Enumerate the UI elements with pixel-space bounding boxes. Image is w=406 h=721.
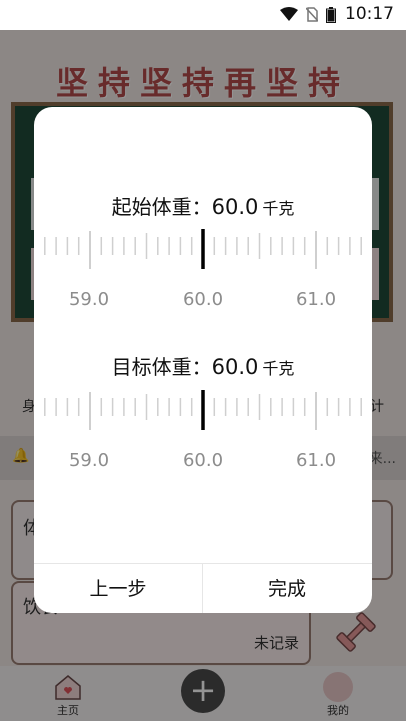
clock: 10:17 (345, 4, 394, 24)
battery-icon (326, 7, 336, 23)
start-tick-label: 61.0 (295, 289, 337, 310)
target-weight-ruler[interactable] (42, 390, 364, 434)
weight-picker-dialog: 起始体重：60.0 千克 59.0 60.0 61.0 目标体重：60.0 千克 5… (34, 107, 372, 613)
start-weight-label: 起始体重： (111, 195, 212, 219)
start-weight-value: 60.0 (211, 195, 259, 219)
wifi-icon (280, 7, 298, 21)
target-tick-label: 60.0 (182, 450, 224, 471)
start-weight-ruler[interactable] (42, 229, 364, 273)
target-weight-title: 目标体重：60.0 千克 (34, 351, 372, 380)
start-tick-label: 59.0 (68, 289, 110, 310)
target-weight-unit: 千克 (262, 359, 295, 378)
status-bar: 10:17 (0, 0, 406, 30)
status-icons (280, 7, 336, 23)
start-weight-unit: 千克 (262, 199, 295, 218)
done-button[interactable]: 完成 (203, 564, 371, 613)
target-weight-value: 60.0 (211, 355, 259, 379)
prev-step-button[interactable]: 上一步 (34, 564, 203, 613)
no-sim-icon (306, 7, 318, 22)
target-tick-label: 61.0 (295, 450, 337, 471)
start-tick-label: 60.0 (182, 289, 224, 310)
target-tick-label: 59.0 (68, 450, 110, 471)
dialog-actions: 上一步 完成 (34, 563, 372, 613)
target-weight-label: 目标体重： (111, 355, 212, 379)
start-weight-title: 起始体重：60.0 千克 (34, 191, 372, 220)
